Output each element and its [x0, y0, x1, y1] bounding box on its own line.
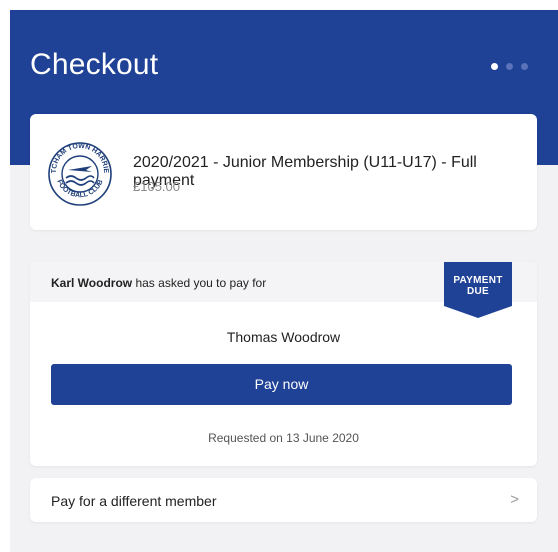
chevron-right-icon: >: [510, 491, 519, 508]
request-message: Karl Woodrow has asked you to pay for: [51, 276, 266, 290]
payment-due-badge: PAYMENT DUE: [444, 262, 512, 318]
club-logo: HATCHAM TOWN HARRIERS FOOTBALL CLUB: [43, 131, 114, 208]
requester-name: Karl Woodrow: [51, 276, 133, 290]
badge-line-1: PAYMENT: [453, 275, 503, 286]
pay-different-member-label: Pay for a different member: [51, 493, 217, 509]
request-suffix: has asked you to pay for: [132, 276, 267, 290]
svg-text:FOOTBALL CLUB: FOOTBALL CLUB: [55, 179, 104, 200]
payment-request-card: Karl Woodrow has asked you to pay for PA…: [30, 262, 537, 466]
member-name: Thomas Woodrow: [226, 329, 341, 345]
step-dot-3: [521, 63, 528, 70]
checkout-screen: Checkout HATCHAM TOWN HARRIERS FOOTBALL …: [10, 10, 558, 552]
step-dot-2: [506, 63, 513, 70]
badge-line-2: DUE: [466, 286, 489, 297]
pay-different-member-row[interactable]: Pay for a different member >: [30, 478, 537, 522]
requested-date: Requested on 13 June 2020: [208, 431, 359, 445]
step-dot-1: [491, 63, 498, 70]
product-price: £105.00: [133, 179, 180, 194]
step-indicator: [491, 63, 528, 70]
product-card: HATCHAM TOWN HARRIERS FOOTBALL CLUB 2020…: [30, 114, 537, 230]
product-name: 2020/2021 - Junior Membership (U11-U17) …: [133, 154, 477, 189]
club-crest-icon: HATCHAM TOWN HARRIERS FOOTBALL CLUB: [43, 131, 112, 206]
page-title: Checkout: [30, 48, 159, 81]
pay-now-button[interactable]: Pay now: [51, 364, 512, 405]
logo-text-bottom: FOOTBALL CLUB: [55, 179, 104, 200]
